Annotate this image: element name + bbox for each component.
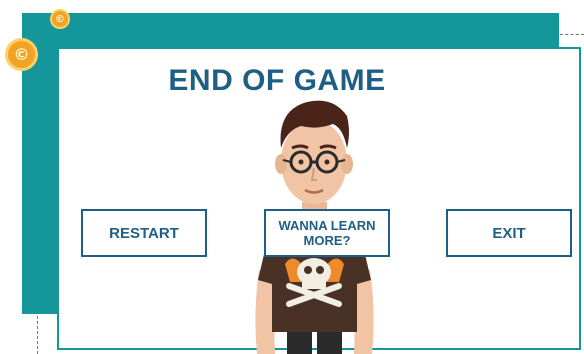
dashed-guide-right	[560, 34, 584, 35]
learn-more-button[interactable]: WANNA LEARN MORE?	[264, 209, 390, 257]
exit-button[interactable]: EXIT	[446, 209, 572, 257]
coin-symbol: ©	[55, 13, 65, 25]
game-screen: © © END OF GAME RESTART WANNA LEARN MORE…	[0, 0, 584, 354]
coin-icon: ©	[5, 38, 38, 71]
restart-button[interactable]: RESTART	[81, 209, 207, 257]
coin-icon: ©	[50, 9, 70, 29]
coin-symbol: ©	[13, 45, 30, 64]
dashed-guide-left	[37, 316, 38, 354]
